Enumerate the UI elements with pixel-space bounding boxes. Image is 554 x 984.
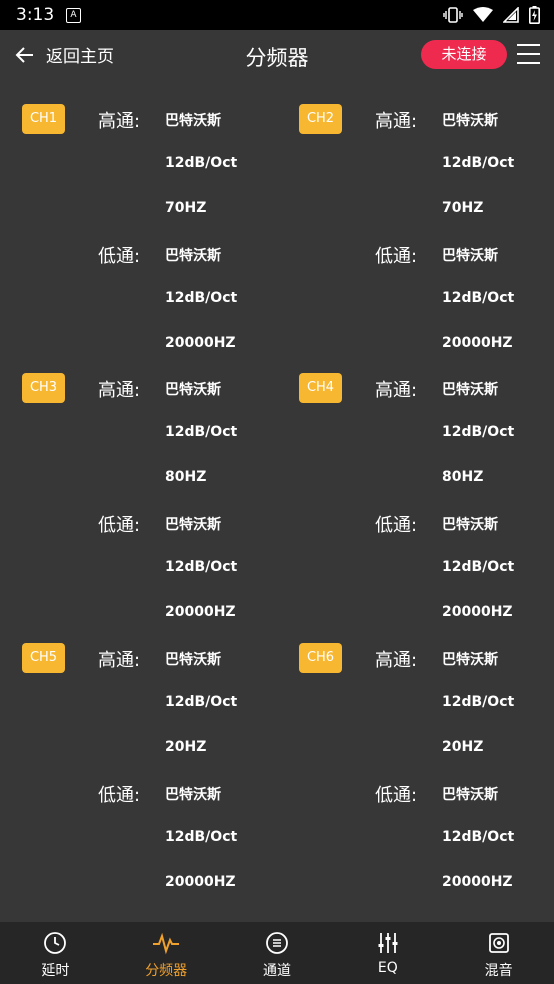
- high-pass-type[interactable]: 巴特沃斯: [442, 649, 498, 669]
- vibrate-icon: [443, 7, 463, 23]
- back-label: 返回主页: [46, 47, 114, 67]
- low-pass-slope[interactable]: 12dB/Oct: [442, 290, 514, 306]
- low-pass-type[interactable]: 巴特沃斯: [442, 245, 498, 265]
- tab-crossover[interactable]: 分频器: [111, 922, 222, 984]
- low-pass-freq[interactable]: 20000HZ: [165, 604, 236, 620]
- high-pass-type[interactable]: 巴特沃斯: [442, 110, 498, 130]
- notification-icon: A: [66, 8, 81, 23]
- channel-badge[interactable]: CH6: [299, 643, 342, 673]
- high-pass-type[interactable]: 巴特沃斯: [442, 379, 498, 399]
- high-pass-type[interactable]: 巴特沃斯: [165, 110, 221, 130]
- low-pass-type[interactable]: 巴特沃斯: [442, 784, 498, 804]
- high-pass-slope[interactable]: 12dB/Oct: [165, 424, 237, 440]
- low-pass-slope[interactable]: 12dB/Oct: [442, 559, 514, 575]
- crossover-content: CH1 高通: 巴特沃斯 12dB/Oct 70HZ 低通: 巴特沃斯 12dB…: [0, 80, 554, 922]
- arrow-left-icon: [15, 46, 33, 63]
- channel-badge[interactable]: CH4: [299, 373, 342, 403]
- low-pass-type[interactable]: 巴特沃斯: [165, 245, 221, 265]
- channel-badge[interactable]: CH3: [22, 373, 65, 403]
- channel-badge[interactable]: CH1: [22, 104, 65, 134]
- menu-icon[interactable]: [517, 44, 540, 64]
- channel-card-ch5: CH5 高通: 巴特沃斯 12dB/Oct 20HZ 低通: 巴特沃斯 12dB…: [0, 619, 277, 890]
- low-pass-slope[interactable]: 12dB/Oct: [442, 829, 514, 845]
- tab-mix[interactable]: 混音: [443, 922, 554, 984]
- low-pass-freq[interactable]: 20000HZ: [442, 874, 513, 890]
- tab-eq[interactable]: EQ: [332, 922, 443, 984]
- tab-label: 通道: [262, 963, 291, 979]
- high-pass-label: 高通:: [98, 111, 141, 132]
- channel-card-ch3: CH3 高通: 巴特沃斯 12dB/Oct 80HZ 低通: 巴特沃斯 12dB…: [0, 349, 277, 620]
- tab-label: EQ: [377, 960, 398, 976]
- back-to-home-button[interactable]: 返回主页: [14, 42, 114, 67]
- high-pass-freq[interactable]: 20HZ: [165, 739, 206, 755]
- low-pass-type[interactable]: 巴特沃斯: [165, 784, 221, 804]
- connection-status-button[interactable]: 未连接: [421, 40, 507, 69]
- channel-card-ch4: CH4 高通: 巴特沃斯 12dB/Oct 80HZ 低通: 巴特沃斯 12dB…: [277, 349, 554, 620]
- tab-label: 分频器: [145, 963, 188, 979]
- low-pass-label: 低通:: [375, 515, 418, 536]
- high-pass-slope[interactable]: 12dB/Oct: [442, 694, 514, 710]
- status-icons: [443, 6, 540, 24]
- low-pass-label: 低通:: [98, 515, 141, 536]
- low-pass-label: 低通:: [98, 246, 141, 267]
- low-pass-type[interactable]: 巴特沃斯: [442, 514, 498, 534]
- channel-icon: [266, 932, 288, 954]
- tab-label: 混音: [484, 963, 513, 979]
- high-pass-freq[interactable]: 70HZ: [165, 200, 206, 216]
- high-pass-label: 高通:: [98, 650, 141, 671]
- channel-card-ch6: CH6 高通: 巴特沃斯 12dB/Oct 20HZ 低通: 巴特沃斯 12dB…: [277, 619, 554, 890]
- channel-badge[interactable]: CH5: [22, 643, 65, 673]
- high-pass-slope[interactable]: 12dB/Oct: [165, 155, 237, 171]
- status-bar: 3:13 A: [0, 0, 554, 30]
- low-pass-label: 低通:: [375, 785, 418, 806]
- wifi-icon: [473, 7, 493, 22]
- battery-icon: [529, 6, 540, 24]
- high-pass-freq[interactable]: 20HZ: [442, 739, 483, 755]
- high-pass-type[interactable]: 巴特沃斯: [165, 379, 221, 399]
- high-pass-label: 高通:: [375, 380, 418, 401]
- high-pass-slope[interactable]: 12dB/Oct: [165, 694, 237, 710]
- low-pass-slope[interactable]: 12dB/Oct: [165, 559, 237, 575]
- pulse-icon: [153, 932, 180, 955]
- channel-card-ch2: CH2 高通: 巴特沃斯 12dB/Oct 70HZ 低通: 巴特沃斯 12dB…: [277, 80, 554, 351]
- bottom-tab-bar: 延时 分频器 通道 EQ 混音: [0, 922, 554, 984]
- channel-badge[interactable]: CH2: [299, 104, 342, 134]
- high-pass-type[interactable]: 巴特沃斯: [165, 649, 221, 669]
- app-bar: 返回主页 分频器 未连接: [0, 30, 554, 80]
- tab-delay[interactable]: 延时: [0, 922, 111, 984]
- high-pass-slope[interactable]: 12dB/Oct: [442, 155, 514, 171]
- high-pass-label: 高通:: [375, 650, 418, 671]
- high-pass-label: 高通:: [98, 380, 141, 401]
- low-pass-freq[interactable]: 20000HZ: [442, 604, 513, 620]
- high-pass-freq[interactable]: 70HZ: [442, 200, 483, 216]
- tab-label: 延时: [41, 963, 70, 979]
- low-pass-label: 低通:: [375, 246, 418, 267]
- signal-icon: [503, 7, 519, 23]
- low-pass-type[interactable]: 巴特沃斯: [165, 514, 221, 534]
- high-pass-freq[interactable]: 80HZ: [165, 469, 206, 485]
- low-pass-slope[interactable]: 12dB/Oct: [165, 829, 237, 845]
- high-pass-freq[interactable]: 80HZ: [442, 469, 483, 485]
- clock-icon: [44, 932, 67, 954]
- status-time: 3:13: [16, 5, 55, 25]
- tab-channel[interactable]: 通道: [222, 922, 333, 984]
- low-pass-freq[interactable]: 20000HZ: [165, 874, 236, 890]
- sliders-icon: [378, 933, 398, 953]
- low-pass-label: 低通:: [98, 785, 141, 806]
- high-pass-label: 高通:: [375, 111, 418, 132]
- high-pass-slope[interactable]: 12dB/Oct: [442, 424, 514, 440]
- channel-card-ch1: CH1 高通: 巴特沃斯 12dB/Oct 70HZ 低通: 巴特沃斯 12dB…: [0, 80, 277, 351]
- speaker-icon: [488, 933, 509, 953]
- low-pass-slope[interactable]: 12dB/Oct: [165, 290, 237, 306]
